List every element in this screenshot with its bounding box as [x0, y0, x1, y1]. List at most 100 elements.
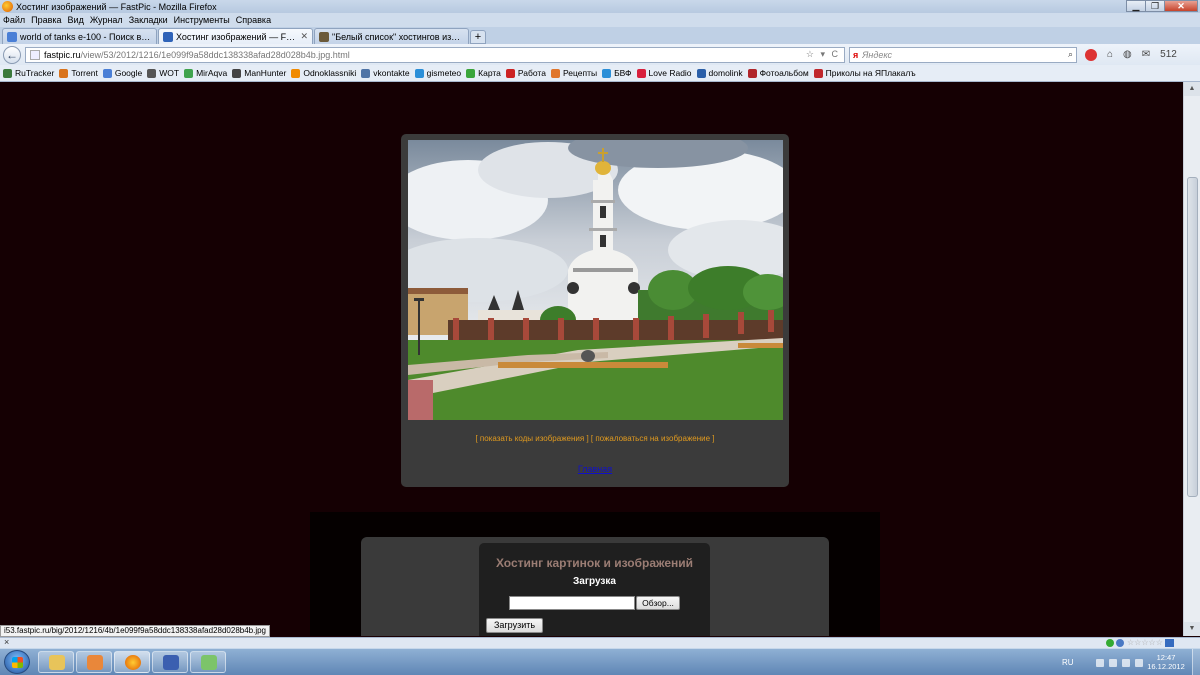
taskbar-firefox[interactable] [114, 651, 150, 673]
tab-bar: world of tanks e-100 - Поиск в Google Хо… [0, 27, 1200, 44]
complain-link[interactable]: [ пожаловаться на изображение ] [591, 434, 715, 443]
tab-google-search[interactable]: world of tanks e-100 - Поиск в Google [2, 28, 157, 44]
search-icon[interactable]: ⌕ [1068, 49, 1073, 60]
bookmark-item[interactable]: Love Radio [636, 68, 692, 78]
language-indicator[interactable]: RU [1062, 658, 1074, 667]
mail-icon[interactable] [1164, 638, 1174, 647]
addon-icon[interactable]: ✉ [1142, 49, 1150, 60]
show-desktop-button[interactable] [1192, 649, 1200, 675]
taskbar-notes[interactable] [190, 651, 226, 673]
bookmark-item[interactable]: Google [102, 68, 142, 78]
bookmark-favicon-icon [747, 68, 757, 78]
close-tab-icon[interactable]: ✕ [300, 31, 308, 42]
image-viewer: [ показать коды изображения ] [ пожалова… [401, 134, 789, 487]
tab-label: "Белый список" хостингов изображ... [332, 31, 464, 42]
window-titlebar: Хостинг изображений — FastPic - Mozilla … [0, 0, 1200, 13]
tray-network-icon[interactable] [1108, 658, 1117, 667]
close-addon-bar-icon[interactable]: × [4, 637, 9, 647]
volume-icon[interactable] [1134, 658, 1143, 667]
tray-flag-icon[interactable] [1095, 658, 1104, 667]
home-icon[interactable]: ⌂ [1107, 49, 1113, 60]
close-window-button[interactable]: ✕ [1164, 0, 1198, 12]
bookmark-item[interactable]: MirAqva [184, 68, 227, 78]
bookmark-item[interactable]: Torrent [59, 68, 98, 78]
bookmark-item[interactable]: Рецепты [550, 68, 598, 78]
menu-file[interactable]: Файл [3, 15, 25, 25]
browse-button[interactable]: Обзор... [636, 596, 680, 610]
navigation-bar: ← fastpic.ru /view/53/2012/1216/1e099f9a… [0, 44, 1200, 65]
church-photo-svg [408, 140, 783, 420]
window-title: Хостинг изображений — FastPic - Mozilla … [16, 1, 217, 12]
info-icon[interactable] [1116, 638, 1124, 647]
hosting-title: Хостинг картинок и изображений [495, 556, 694, 570]
bookmark-item[interactable]: gismeteo [414, 68, 461, 78]
search-placeholder: Яндекс [862, 49, 892, 60]
bookmark-item[interactable]: WOT [147, 68, 179, 78]
vertical-scrollbar[interactable]: ▲ ▼ [1183, 82, 1200, 636]
bookmark-star-icon[interactable]: ☆ ▾ C [806, 49, 840, 60]
tab-label: Хостинг изображений — FastPic [176, 31, 298, 42]
tray-display-icon[interactable] [1121, 658, 1130, 667]
menu-tools[interactable]: Инструменты [174, 15, 230, 25]
bookmark-label: Рецепты [562, 68, 598, 78]
url-domain: fastpic.ru [44, 49, 81, 60]
search-bar[interactable]: я Яндекс ⌕ [849, 46, 1077, 63]
adblock-icon[interactable] [1085, 48, 1097, 61]
media-player-icon [87, 655, 103, 670]
back-button[interactable]: ← [3, 45, 21, 64]
rating-stars[interactable]: ☆☆☆☆☆ [1127, 638, 1163, 647]
new-tab-button[interactable]: + [470, 30, 486, 44]
menu-bookmarks[interactable]: Закладки [129, 15, 168, 25]
minimize-button[interactable]: ▁ [1126, 0, 1146, 12]
status-green-icon[interactable] [1106, 638, 1114, 647]
bookmark-favicon-icon [505, 68, 515, 78]
menu-history[interactable]: Журнал [90, 15, 123, 25]
file-path-input[interactable] [509, 596, 635, 610]
bookmark-item[interactable]: Приколы на ЯПлакалъ [813, 68, 916, 78]
start-button[interactable] [4, 650, 30, 674]
maximize-button[interactable]: ❐ [1145, 0, 1165, 12]
menu-view[interactable]: Вид [68, 15, 84, 25]
globe-icon[interactable]: ◍ [1123, 49, 1132, 60]
folder-icon [49, 655, 65, 670]
show-codes-link[interactable]: [ показать коды изображения ] [475, 434, 588, 443]
bookmark-label: Карта [478, 68, 501, 78]
firefox-icon [125, 655, 141, 670]
tab-whitelist[interactable]: "Белый список" хостингов изображ... [314, 28, 469, 44]
bookmark-item[interactable]: vkontakte [361, 68, 410, 78]
site-identity-icon[interactable] [30, 49, 40, 60]
taskbar-media[interactable] [76, 651, 112, 673]
bookmark-item[interactable]: ManHunter [232, 68, 286, 78]
bookmark-label: Love Radio [648, 68, 692, 78]
bookmark-item[interactable]: Карта [466, 68, 501, 78]
upload-button[interactable]: Загрузить [486, 618, 543, 633]
scroll-down-arrow[interactable]: ▼ [1184, 622, 1200, 636]
notification-badge[interactable]: 512 [1160, 49, 1177, 60]
home-link[interactable]: Главная [401, 464, 789, 474]
clock[interactable]: 12:47 16.12.2012 [1146, 653, 1186, 671]
bookmark-item[interactable]: RuTracker [3, 68, 54, 78]
bookmark-favicon-icon [414, 68, 424, 78]
scroll-thumb[interactable] [1187, 177, 1198, 497]
tab-fastpic[interactable]: Хостинг изображений — FastPic ✕ [158, 28, 313, 44]
bookmark-label: БВФ [614, 68, 632, 78]
bookmark-label: Приколы на ЯПлакалъ [825, 68, 916, 78]
bookmark-item[interactable]: Фотоальбом [747, 68, 809, 78]
menu-help[interactable]: Справка [236, 15, 271, 25]
taskbar-save[interactable] [152, 651, 188, 673]
bookmark-label: ManHunter [244, 68, 287, 78]
status-url: i53.fastpic.ru/big/2012/1216/4b/1e099f9a… [0, 625, 271, 637]
scroll-up-arrow[interactable]: ▲ [1184, 82, 1200, 96]
yandex-icon[interactable]: я [853, 50, 858, 60]
clock-time: 12:47 [1156, 653, 1176, 662]
google-icon [7, 31, 17, 42]
menu-edit[interactable]: Правка [31, 15, 61, 25]
page-content: [ показать коды изображения ] [ пожалова… [0, 82, 1183, 636]
bookmark-item[interactable]: Odnoklassniki [291, 68, 356, 78]
address-bar[interactable]: fastpic.ru /view/53/2012/1216/1e099f9a58… [25, 46, 845, 63]
bookmark-item[interactable]: БВФ [602, 68, 632, 78]
bookmark-item[interactable]: domolink [696, 68, 743, 78]
hosted-photo[interactable] [408, 140, 783, 420]
taskbar-explorer[interactable] [38, 651, 74, 673]
bookmark-item[interactable]: Работа [505, 68, 546, 78]
